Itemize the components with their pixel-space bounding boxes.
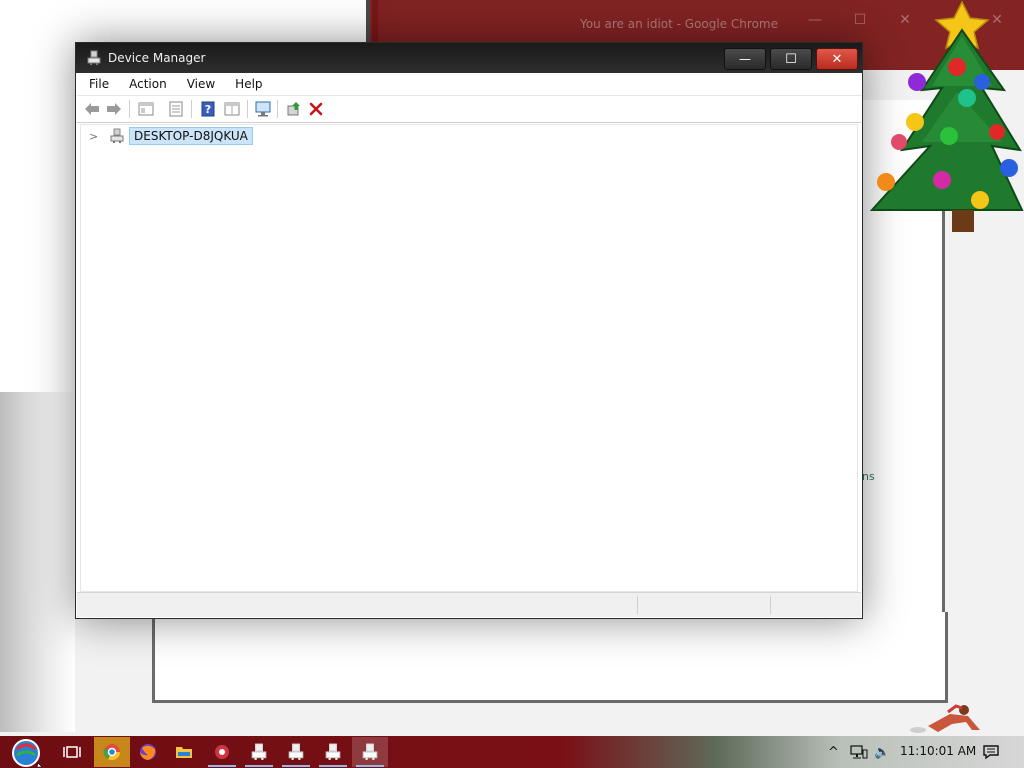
show-hide-console-tree-button[interactable] xyxy=(137,100,155,118)
notifications-icon xyxy=(983,745,999,760)
status-separator xyxy=(770,596,771,614)
scan-hardware-button[interactable] xyxy=(254,100,272,118)
running-indicator xyxy=(245,765,273,767)
action-center-button[interactable] xyxy=(982,736,1000,768)
taskbar-device-manager-4[interactable] xyxy=(352,737,388,767)
taskbar-device-manager-1[interactable] xyxy=(241,737,277,767)
file-explorer-icon xyxy=(176,747,192,758)
device-manager-app-icon xyxy=(87,50,101,65)
status-separator xyxy=(637,596,638,614)
update-driver-button[interactable] xyxy=(285,100,303,118)
back-icon xyxy=(85,103,99,115)
show-hide-console-tree-icon xyxy=(138,102,154,116)
details-view-button[interactable] xyxy=(223,100,241,118)
close-icon: ✕ xyxy=(831,51,843,67)
close-button[interactable]: ✕ xyxy=(816,48,858,70)
toolbar-separator xyxy=(277,100,278,118)
device-manager-window: Device Manager — ☐ ✕ File Action View He… xyxy=(75,42,863,619)
computer-icon xyxy=(110,128,124,143)
clock[interactable]: 11:10:01 AM xyxy=(900,744,976,758)
chevron-up-icon: ^ xyxy=(828,744,839,760)
device-manager-icon xyxy=(362,743,378,760)
title-bar[interactable]: Device Manager — ☐ ✕ xyxy=(76,43,862,73)
network-icon xyxy=(850,745,868,759)
scan-hardware-icon xyxy=(255,101,271,117)
background-minimize-icon: — xyxy=(808,12,822,28)
menu-file[interactable]: File xyxy=(77,77,117,91)
tree-root-node[interactable]: > DESKTOP-D8JQKUA xyxy=(89,127,253,145)
status-bar xyxy=(77,592,861,617)
device-manager-icon xyxy=(251,743,267,760)
toolbar-separator xyxy=(129,100,130,118)
background-shadow-strip xyxy=(0,392,75,732)
forward-icon xyxy=(107,103,121,115)
back-button[interactable] xyxy=(83,100,101,118)
toolbar-separator xyxy=(247,100,248,118)
volume-icon: 🔈 xyxy=(874,744,891,760)
tree-root-label[interactable]: DESKTOP-D8JQKUA xyxy=(129,127,253,145)
menu-bar: File Action View Help xyxy=(77,73,861,96)
properties-button[interactable] xyxy=(167,100,185,118)
window-title: Device Manager xyxy=(108,51,206,65)
app-red-icon xyxy=(215,745,229,759)
device-manager-icon xyxy=(288,743,304,760)
toolbar: ? xyxy=(77,96,861,123)
background-window-bottom xyxy=(152,612,948,703)
taskbar-app-red[interactable] xyxy=(204,737,240,767)
taskbar-file-explorer[interactable] xyxy=(166,737,202,767)
running-indicator xyxy=(319,765,347,767)
menu-view[interactable]: View xyxy=(175,77,223,91)
expand-chevron-icon[interactable]: > xyxy=(89,130,101,143)
menu-help[interactable]: Help xyxy=(223,77,270,91)
help-icon: ? xyxy=(201,101,215,117)
show-hidden-icons-button[interactable]: ^ xyxy=(828,736,839,768)
taskbar-firefox[interactable] xyxy=(130,737,166,767)
running-indicator xyxy=(208,765,236,767)
uninstall-device-button[interactable] xyxy=(307,100,325,118)
running-indicator xyxy=(356,765,384,767)
maximize-icon: ☐ xyxy=(785,51,797,67)
firefox-icon xyxy=(140,744,156,760)
network-button[interactable] xyxy=(850,736,868,768)
menu-action[interactable]: Action xyxy=(117,77,175,91)
christmas-tree-icon xyxy=(869,0,1024,232)
minimize-button[interactable]: — xyxy=(724,48,766,70)
task-view-icon xyxy=(63,746,81,758)
taskbar-device-manager-3[interactable] xyxy=(315,737,351,767)
properties-icon xyxy=(169,101,183,117)
start-orb-icon xyxy=(12,739,43,767)
forward-button[interactable] xyxy=(105,100,123,118)
toolbar-separator xyxy=(191,100,192,118)
start-button[interactable] xyxy=(8,737,44,767)
running-figure-icon xyxy=(910,704,980,733)
update-driver-icon xyxy=(287,102,300,116)
taskbar-device-manager-2[interactable] xyxy=(278,737,314,767)
svg-text:?: ? xyxy=(205,103,211,116)
maximize-button[interactable]: ☐ xyxy=(770,48,812,70)
background-chrome-title: You are an idiot - Google Chrome xyxy=(580,17,778,31)
device-manager-icon xyxy=(325,743,341,760)
chrome-icon xyxy=(103,744,121,761)
taskbar: ^ 🔈 11:10:01 AM xyxy=(0,736,1024,768)
help-button[interactable]: ? xyxy=(199,100,217,118)
details-view-icon xyxy=(224,102,240,116)
task-view-button[interactable] xyxy=(54,737,90,767)
running-indicator xyxy=(282,765,310,767)
volume-button[interactable]: 🔈 xyxy=(874,736,890,768)
uninstall-icon xyxy=(309,102,323,116)
taskbar-chrome[interactable] xyxy=(94,737,130,767)
background-link-text[interactable]: ns xyxy=(862,470,875,483)
minimize-icon: — xyxy=(739,52,751,66)
device-tree-pane[interactable]: > DESKTOP-D8JQKUA xyxy=(80,124,858,592)
